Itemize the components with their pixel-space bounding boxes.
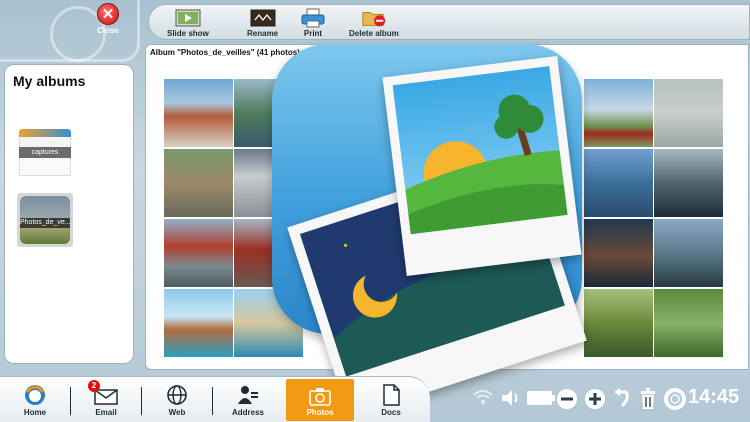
day-photo (382, 56, 582, 276)
slideshow-icon (175, 8, 201, 28)
taskbar-address[interactable]: Address (219, 379, 277, 421)
album-cover-image: Photos_de_ve... (20, 196, 71, 244)
system-tray: 14:45 (470, 384, 750, 414)
rename-button[interactable]: Rename (247, 8, 278, 38)
album-thumb-body (19, 158, 71, 176)
albums-sidebar: My albums captures Photos_de_ve... (4, 64, 134, 364)
taskbar-home[interactable]: Home (6, 379, 64, 421)
album-thumb-lines (19, 137, 71, 147)
photo-thumbnail[interactable] (654, 79, 723, 147)
home-icon (25, 385, 45, 405)
separator (70, 387, 71, 415)
rename-label: Rename (247, 29, 279, 38)
taskbar-address-label: Address (231, 408, 264, 417)
album-captures-label: captures (19, 147, 71, 158)
taskbar-docs[interactable]: Docs (362, 379, 420, 421)
albums-title: My albums (13, 73, 86, 89)
slideshow-button[interactable]: Slide show (167, 8, 209, 38)
album-captures[interactable]: captures (19, 129, 71, 177)
undo-icon[interactable] (612, 388, 632, 415)
toolbar: Slide show Rename Print Delete album (148, 4, 750, 40)
taskbar-home-label: Home (23, 408, 47, 417)
printer-icon (300, 8, 326, 28)
photo-thumbnail[interactable] (584, 79, 653, 147)
album-thumb-header (19, 129, 71, 137)
trash-icon[interactable] (638, 388, 658, 415)
taskbar-photos[interactable]: Photos (286, 379, 354, 421)
album-photos-label: Photos_de_ve... (20, 218, 71, 228)
taskbar-web[interactable]: Web (148, 379, 206, 421)
delete-album-label: Delete album (349, 29, 399, 38)
delete-folder-icon (361, 8, 387, 28)
email-badge: 2 (88, 380, 100, 392)
clock: 14:45 (688, 386, 740, 408)
photo-thumbnail[interactable] (654, 149, 723, 217)
document-icon (383, 384, 400, 406)
taskbar: Home Email Web Address Photos Docs (0, 376, 430, 422)
print-button[interactable]: Print (300, 8, 326, 38)
taskbar-email-label: Email (95, 408, 117, 417)
photo-thumbnail[interactable] (164, 149, 233, 217)
photo-thumbnail[interactable] (654, 289, 723, 357)
separator (141, 387, 142, 415)
contacts-icon (238, 386, 258, 404)
taskbar-email[interactable]: Email (77, 379, 135, 421)
close-label: Close (97, 26, 119, 35)
photo-thumbnail[interactable] (584, 219, 653, 287)
photo-thumbnail[interactable] (164, 79, 233, 147)
photo-thumbnail[interactable] (164, 219, 233, 287)
volume-icon[interactable] (500, 388, 522, 413)
photos-app-icon (272, 44, 587, 418)
album-header: Album "Photos_de_veilles" (41 photos) (150, 48, 300, 57)
close-button[interactable]: ✕ Close (93, 3, 123, 37)
wifi-icon[interactable] (472, 388, 494, 411)
battery-icon (526, 390, 556, 411)
camera-icon (309, 388, 331, 406)
zoom-out-icon[interactable] (556, 388, 578, 415)
print-label: Print (303, 29, 323, 38)
taskbar-docs-label: Docs (381, 408, 401, 417)
help-lifebuoy-icon[interactable] (664, 388, 686, 415)
rename-icon (250, 8, 276, 28)
taskbar-web-label: Web (168, 408, 186, 417)
taskbar-photos-label: Photos (306, 408, 334, 417)
close-icon: ✕ (97, 3, 119, 25)
slideshow-label: Slide show (167, 29, 209, 38)
separator (212, 387, 213, 415)
globe-icon (167, 385, 187, 405)
photo-thumbnail[interactable] (654, 219, 723, 287)
zoom-in-icon[interactable] (584, 388, 606, 415)
album-photos-de-veilles[interactable]: Photos_de_ve... (17, 193, 73, 247)
photo-thumbnail[interactable] (584, 289, 653, 357)
photo-thumbnail[interactable] (584, 149, 653, 217)
delete-album-button[interactable]: Delete album (349, 8, 399, 38)
photo-thumbnail[interactable] (164, 289, 233, 357)
